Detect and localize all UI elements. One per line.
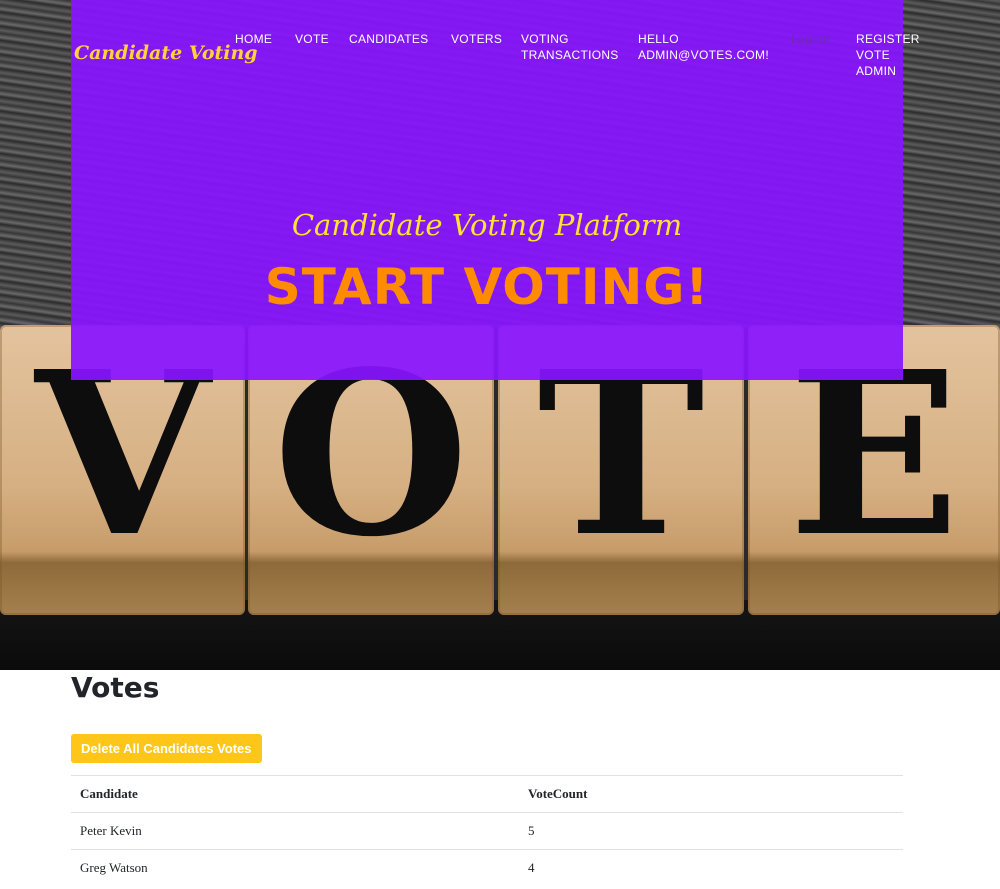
- vote-count-cell: 4: [519, 849, 903, 887]
- nav-voting-transactions-line1: VOTING: [521, 32, 569, 46]
- brand-logo[interactable]: Candidate Voting: [74, 42, 258, 64]
- nav-home[interactable]: HOME: [235, 31, 272, 47]
- nav-hello-user[interactable]: HELLO ADMIN@VOTES.COM!: [638, 31, 769, 63]
- column-header-candidate: Candidate: [71, 775, 519, 813]
- nav-candidates[interactable]: CANDIDATES: [349, 31, 428, 47]
- column-header-votecount: VoteCount: [519, 775, 903, 813]
- nav-hello-line2: ADMIN@VOTES.COM!: [638, 48, 769, 62]
- nav-voting-transactions[interactable]: VOTING TRANSACTIONS: [521, 31, 619, 63]
- hero-banner: V O T E Candidate Voting HOME VOTE CANDI…: [0, 0, 1000, 670]
- hero-subtitle: Candidate Voting Platform: [291, 208, 683, 242]
- nav-register-line2: VOTE: [856, 48, 890, 62]
- nav-register-vote-admin[interactable]: REGISTER VOTE ADMIN: [856, 31, 920, 79]
- nav-logout[interactable]: Logout: [791, 31, 830, 47]
- nav-register-line1: REGISTER: [856, 32, 920, 46]
- delete-all-votes-button[interactable]: Delete All Candidates Votes: [71, 734, 262, 763]
- candidate-name-cell: Peter Kevin: [71, 812, 519, 850]
- table-header-row: Candidate VoteCount: [71, 775, 903, 813]
- table-row: Greg Watson 4: [71, 849, 903, 887]
- votes-table: Candidate VoteCount Peter Kevin 5 Greg W…: [71, 775, 903, 887]
- candidate-name-cell: Greg Watson: [71, 849, 519, 887]
- nav-hello-line1: HELLO: [638, 32, 679, 46]
- hero-title: START VOTING!: [264, 258, 710, 316]
- vote-count-cell: 5: [519, 812, 903, 850]
- nav-register-line3: ADMIN: [856, 64, 897, 78]
- nav-voters[interactable]: VOTERS: [451, 31, 502, 47]
- votes-heading: Votes: [71, 671, 160, 704]
- table-row: Peter Kevin 5: [71, 812, 903, 850]
- nav-voting-transactions-line2: TRANSACTIONS: [521, 48, 619, 62]
- nav-vote[interactable]: VOTE: [295, 31, 329, 47]
